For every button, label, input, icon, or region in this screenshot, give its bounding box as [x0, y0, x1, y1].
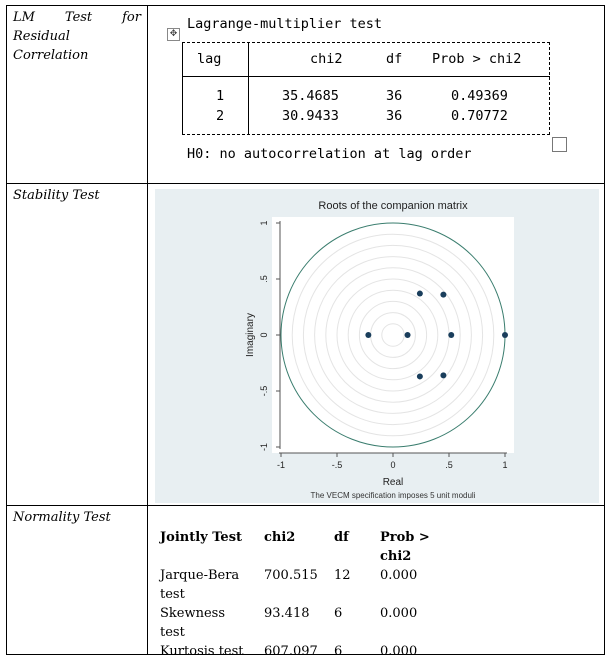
- chart-caption: The VECM specification imposes 5 unit mo…: [311, 491, 476, 500]
- root-point: [416, 373, 423, 380]
- lm-table: lag chi2 df Prob > chi2 1 35.4685 36 0.4…: [182, 42, 550, 135]
- lm-label-line2: Residual: [13, 29, 70, 44]
- table-row: Skewness test 93.418 6 0.000: [156, 604, 454, 642]
- y-tick-label: .5: [259, 275, 269, 283]
- lm-label-line3: Correlation: [13, 48, 89, 63]
- norm-row3-name: Kurtosis test: [160, 644, 244, 659]
- table-row: Kurtosis test 607.097 6 0.000: [156, 642, 454, 661]
- roots-chart-svg: Roots of the companion matrix -1 -.5 0 .5 1 -…: [245, 200, 514, 500]
- norm-row1-prob: 0.000: [380, 568, 418, 583]
- lm-row2-prob: 0.70772: [451, 108, 508, 124]
- results-table: LM Test for Residual Correlation ✥ Lagra…: [6, 5, 605, 659]
- lm-test-content-cell: ✥ Lagrange-multiplier test lag chi2 df P…: [147, 5, 605, 184]
- x-axis-label: Real: [383, 477, 404, 488]
- stability-label: Stability Test: [13, 188, 100, 203]
- root-point: [502, 332, 508, 338]
- lm-label-word-lm: LM: [13, 10, 35, 25]
- x-tick-label: 0: [390, 460, 395, 470]
- stability-test-row: Stability Test Roots of the companion ma…: [6, 183, 605, 506]
- norm-col-jointly: Jointly Test: [160, 530, 243, 545]
- norm-col-df: df: [334, 530, 349, 545]
- y-axis-label: Imaginary: [245, 313, 256, 357]
- lm-test-label: LM Test for Residual Correlation: [7, 6, 147, 65]
- lm-col-df: df: [386, 51, 403, 67]
- lm-label-word-test: Test: [64, 10, 93, 25]
- x-tick-label: 1: [502, 460, 507, 470]
- norm-col-prob: Prob > chi2: [376, 528, 454, 566]
- move-handle-icon[interactable]: ✥: [167, 28, 180, 41]
- norm-row2-name: Skewness test: [156, 604, 260, 642]
- norm-col-prob-line1: Prob >: [380, 530, 430, 545]
- table-row: Jarque-Bera test 700.515 12 0.000: [156, 566, 454, 604]
- lm-col-lag: lag: [197, 51, 222, 67]
- y-tick-label: 0: [259, 332, 269, 337]
- normality-content-cell: Jointly Test chi2 df Prob > chi2 Jarque-…: [147, 505, 605, 659]
- lm-row1-df: 36: [386, 88, 403, 104]
- lm-col-prob: Prob > chi2: [432, 51, 522, 67]
- resize-handle-icon[interactable]: [552, 137, 567, 152]
- lm-row2-lag: 2: [216, 108, 225, 124]
- lm-null-hypothesis: H0: no autocorrelation at lag order: [187, 146, 472, 162]
- x-tick-label: -1: [277, 460, 285, 470]
- lm-row2-chi2: 30.9433: [282, 108, 339, 124]
- normality-output: Jointly Test chi2 df Prob > chi2 Jarque-…: [148, 506, 604, 659]
- norm-row2-df: 6: [334, 606, 343, 621]
- norm-row1-chi2: 700.515: [264, 568, 318, 583]
- norm-row1-name-line2: test: [160, 587, 185, 602]
- y-tick-label: -1: [259, 443, 269, 451]
- lm-row2-df: 36: [386, 108, 403, 124]
- lm-label-word-for: for: [122, 10, 141, 25]
- root-point: [448, 332, 455, 338]
- lm-row1-lag: 1: [216, 88, 225, 104]
- y-tick-label: 1: [259, 220, 269, 225]
- lm-test-label-cell: LM Test for Residual Correlation: [6, 5, 148, 184]
- normality-header-row: Jointly Test chi2 df Prob > chi2: [156, 528, 454, 566]
- stability-content-cell: Roots of the companion matrix -1 -.5 0 .5 1 -…: [147, 183, 605, 506]
- root-point: [404, 332, 411, 338]
- lm-label-line1: LM Test for: [13, 8, 141, 27]
- results-table-container: LM Test for Residual Correlation ✥ Lagra…: [6, 5, 605, 659]
- norm-row2-name-line1: Skewness: [160, 606, 226, 621]
- norm-row3-df: 6: [334, 644, 343, 659]
- root-point: [440, 291, 447, 298]
- normality-table: Jointly Test chi2 df Prob > chi2 Jarque-…: [156, 528, 454, 661]
- normality-test-row: Normality Test Jointly Test chi2 df Prob…: [6, 505, 605, 659]
- root-point: [416, 290, 423, 297]
- chart-title: Roots of the companion matrix: [318, 200, 468, 212]
- normality-label: Normality Test: [13, 510, 111, 525]
- norm-col-prob-line2: chi2: [380, 549, 412, 564]
- root-point: [365, 332, 372, 338]
- norm-row3-chi2: 607.097: [264, 644, 318, 659]
- root-point: [440, 372, 447, 379]
- x-tick-label: .5: [445, 460, 453, 470]
- lm-col-chi2: chi2: [310, 51, 343, 67]
- norm-row2-name-line2: test: [160, 625, 185, 640]
- stability-label-cell: Stability Test: [6, 183, 148, 506]
- lm-title: Lagrange-multiplier test: [187, 16, 383, 32]
- norm-row1-df: 12: [334, 568, 351, 583]
- norm-row2-chi2: 93.418: [264, 606, 310, 621]
- normality-label-cell: Normality Test: [6, 505, 148, 655]
- lm-output: ✥ Lagrange-multiplier test lag chi2 df P…: [148, 6, 604, 183]
- plot-area: [272, 217, 514, 453]
- stability-chart: Roots of the companion matrix -1 -.5 0 .5 1 -…: [155, 189, 599, 503]
- lm-row1-prob: 0.49369: [451, 88, 508, 104]
- x-tick-label: -.5: [332, 460, 343, 470]
- norm-row1-name-line1: Jarque-Bera: [160, 568, 240, 583]
- norm-row1-name: Jarque-Bera test: [156, 566, 260, 604]
- norm-row2-prob: 0.000: [380, 606, 418, 621]
- y-tick-label: -.5: [259, 386, 269, 397]
- norm-col-chi2: chi2: [264, 530, 296, 545]
- lm-row1-chi2: 35.4685: [282, 88, 339, 104]
- lm-test-row: LM Test for Residual Correlation ✥ Lagra…: [6, 5, 605, 184]
- norm-row3-prob: 0.000: [380, 644, 418, 659]
